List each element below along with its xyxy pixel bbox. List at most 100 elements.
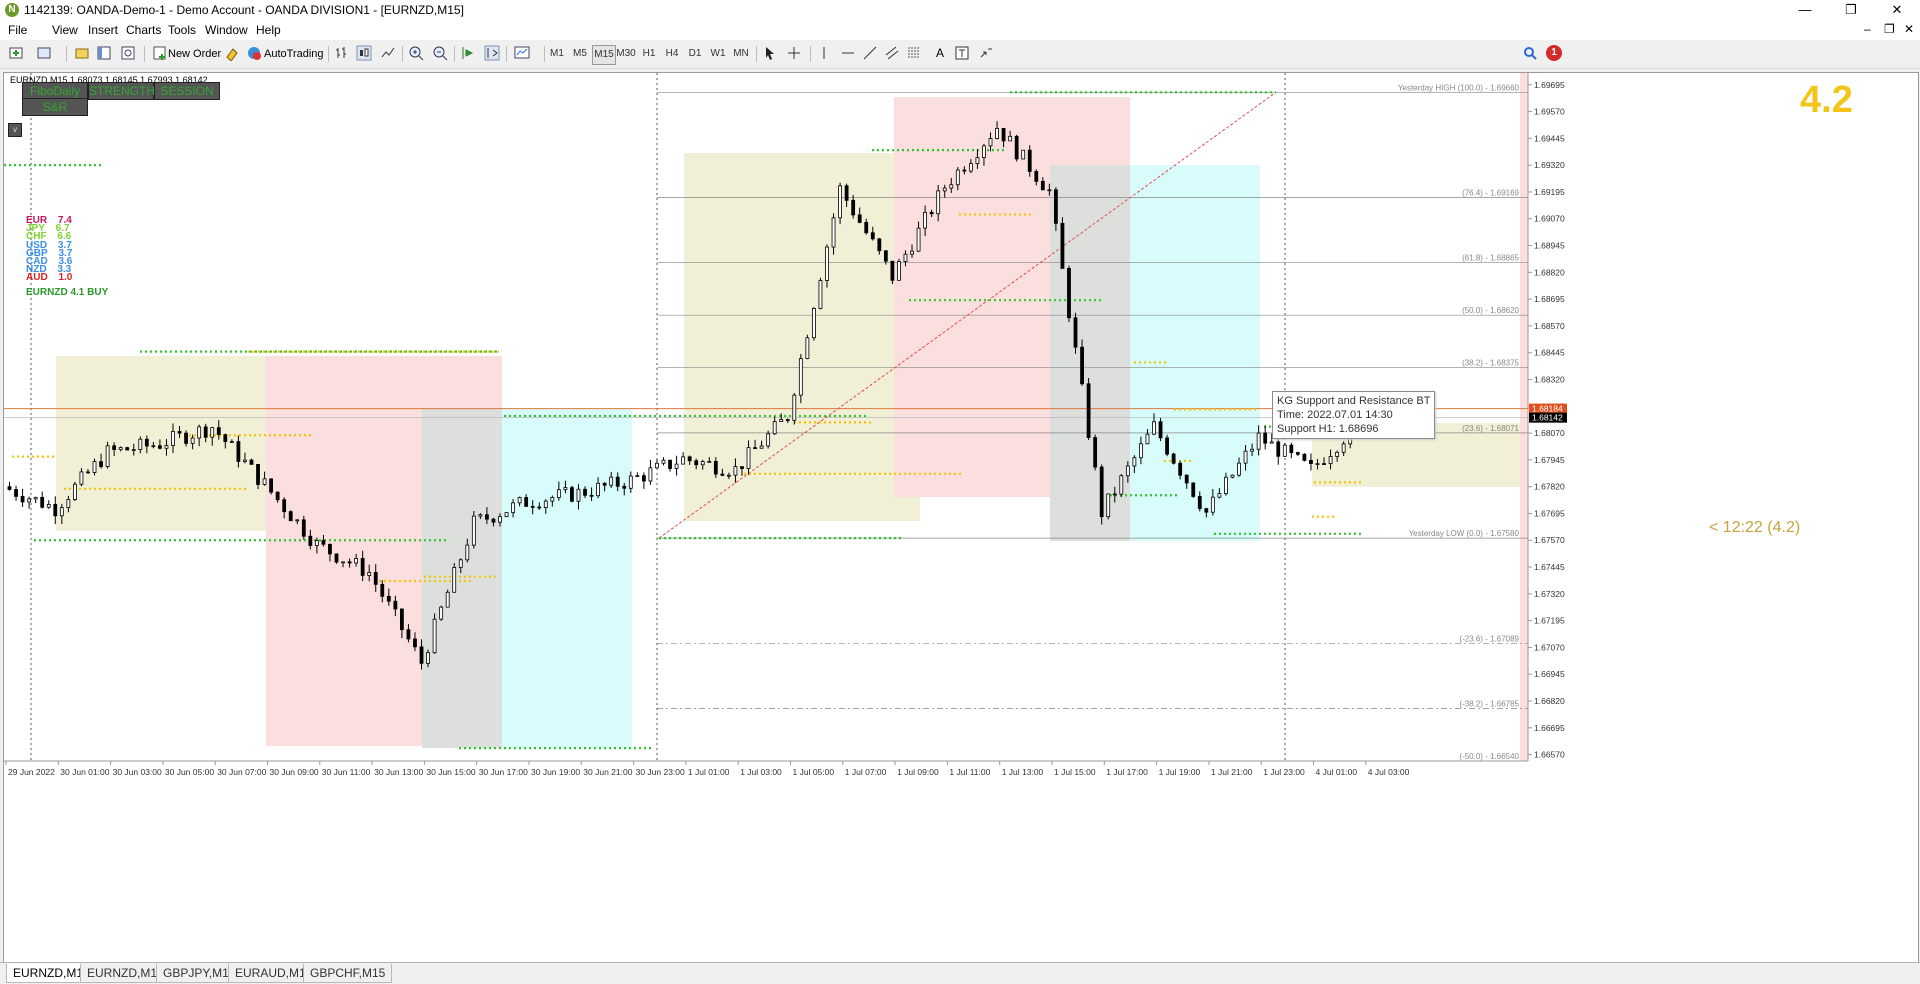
timeframe-h1[interactable]: H1	[638, 45, 660, 63]
menu-help[interactable]: Help	[256, 23, 281, 37]
notification-badge[interactable]: 1	[1546, 45, 1562, 61]
restore-button[interactable]: ❐	[1828, 0, 1874, 20]
candle	[550, 497, 555, 502]
price-label: 1.69570	[1534, 107, 1565, 117]
fibonacci-icon[interactable]	[906, 45, 922, 61]
cursor-icon[interactable]	[762, 45, 778, 61]
candle	[740, 466, 744, 469]
candle	[727, 474, 731, 477]
data-window-icon[interactable]	[96, 45, 112, 61]
new-chart-icon[interactable]	[8, 45, 24, 61]
text-icon[interactable]: A	[932, 45, 948, 61]
candle	[929, 211, 934, 215]
chart-shift-icon[interactable]	[484, 45, 500, 61]
zoom-in-icon[interactable]	[408, 45, 424, 61]
candle	[465, 544, 470, 561]
text-label-icon[interactable]	[954, 45, 970, 61]
candle	[890, 260, 895, 281]
candle	[942, 187, 947, 192]
menu-window[interactable]: Window	[205, 23, 248, 37]
candle	[1047, 189, 1052, 192]
profiles-icon[interactable]	[36, 45, 52, 61]
trendline-icon[interactable]	[862, 45, 878, 61]
fibo-label: Yesterday HIGH (100.0) - 1.69660	[1398, 83, 1520, 92]
timeframe-m30[interactable]: M30	[615, 45, 637, 63]
menu-tools[interactable]: Tools	[168, 23, 196, 37]
timeframe-h4[interactable]: H4	[661, 45, 683, 63]
candle	[563, 487, 568, 491]
vertical-line-icon[interactable]	[816, 45, 832, 61]
price-label: 1.68320	[1534, 374, 1565, 384]
snr-button[interactable]: S&R	[22, 98, 88, 116]
zoom-out-icon[interactable]	[432, 45, 448, 61]
menu-insert[interactable]: Insert	[88, 23, 118, 37]
navigator-icon[interactable]	[120, 45, 136, 61]
timeframe-m1[interactable]: M1	[546, 45, 568, 63]
autotrading-icon[interactable]	[246, 45, 262, 61]
timeframe-m5[interactable]: M5	[569, 45, 591, 63]
timeframe-d1[interactable]: D1	[684, 45, 706, 63]
candle	[413, 638, 417, 648]
time-label: 29 Jun 2022	[8, 767, 55, 777]
menu-view[interactable]: View	[52, 23, 78, 37]
candle	[543, 500, 548, 508]
horizontal-line-icon[interactable]	[840, 45, 856, 61]
search-icon[interactable]	[1522, 45, 1538, 61]
new-order-button[interactable]: New Order	[168, 45, 221, 63]
line-chart-icon[interactable]	[380, 45, 396, 61]
candle	[844, 185, 849, 201]
candle	[1230, 474, 1235, 478]
auto-scroll-icon[interactable]	[460, 45, 476, 61]
candle	[641, 475, 646, 482]
candle	[282, 499, 287, 513]
tooltip-support: Support H1: 1.68696	[1277, 423, 1379, 435]
candle	[458, 559, 463, 568]
candle	[1125, 465, 1130, 477]
candle	[949, 184, 954, 189]
metaeditor-icon[interactable]	[224, 45, 240, 61]
candle	[864, 221, 869, 234]
candle	[105, 445, 110, 467]
time-label: 1 Jul 11:00	[949, 767, 990, 777]
candle	[779, 419, 784, 423]
candle	[1054, 189, 1058, 224]
candle	[923, 211, 927, 229]
timeframe-m15[interactable]: M15	[592, 45, 616, 65]
mdi-minimize-icon[interactable]: –	[1864, 22, 1871, 36]
arrows-icon[interactable]	[978, 45, 994, 61]
candle	[1093, 437, 1098, 468]
candlestick-icon[interactable]	[356, 45, 372, 61]
minimize-button[interactable]: —	[1782, 0, 1828, 20]
menu-charts[interactable]: Charts	[126, 23, 161, 37]
channel-icon[interactable]	[884, 45, 900, 61]
close-button[interactable]: ✕	[1874, 0, 1920, 20]
market-watch-icon[interactable]	[74, 45, 90, 61]
autotrading-button[interactable]: AutoTrading	[264, 45, 324, 63]
fibo-label: (-23.6) - 1.67089	[1459, 634, 1519, 643]
strength-button[interactable]: STRENGTH	[88, 82, 155, 100]
candle	[668, 459, 672, 469]
indicators-icon[interactable]	[514, 45, 530, 61]
title-bar: N 1142139: OANDA-Demo-1 - Demo Account -…	[0, 0, 1920, 20]
price-label: 1.68445	[1534, 348, 1565, 358]
menu-file[interactable]: File	[8, 23, 27, 37]
chart-area[interactable]: Yesterday HIGH (100.0) - 1.69660 (76.4) -…	[3, 72, 1919, 964]
candle	[373, 572, 378, 585]
mdi-restore-icon[interactable]: ❐	[1884, 22, 1895, 36]
price-label: 1.69445	[1534, 133, 1565, 143]
crosshair-icon[interactable]	[786, 45, 802, 61]
candle	[158, 445, 162, 449]
v-button[interactable]: v	[8, 123, 22, 137]
candle	[955, 169, 960, 186]
timeframe-w1[interactable]: W1	[707, 45, 729, 63]
timeframe-mn[interactable]: MN	[730, 45, 752, 63]
mdi-close-icon[interactable]: ✕	[1904, 22, 1914, 36]
session-button[interactable]: SESSION	[154, 82, 220, 100]
tab-gbpchf-m15[interactable]: GBPCHF,M15	[303, 964, 393, 983]
bar-chart-icon[interactable]	[334, 45, 350, 61]
candle	[1184, 474, 1189, 484]
new-order-icon[interactable]	[152, 45, 168, 61]
tooltip: KG Support and Resistance BT Time: 2022.…	[1272, 391, 1436, 439]
candle	[583, 488, 587, 496]
candle	[511, 502, 515, 514]
